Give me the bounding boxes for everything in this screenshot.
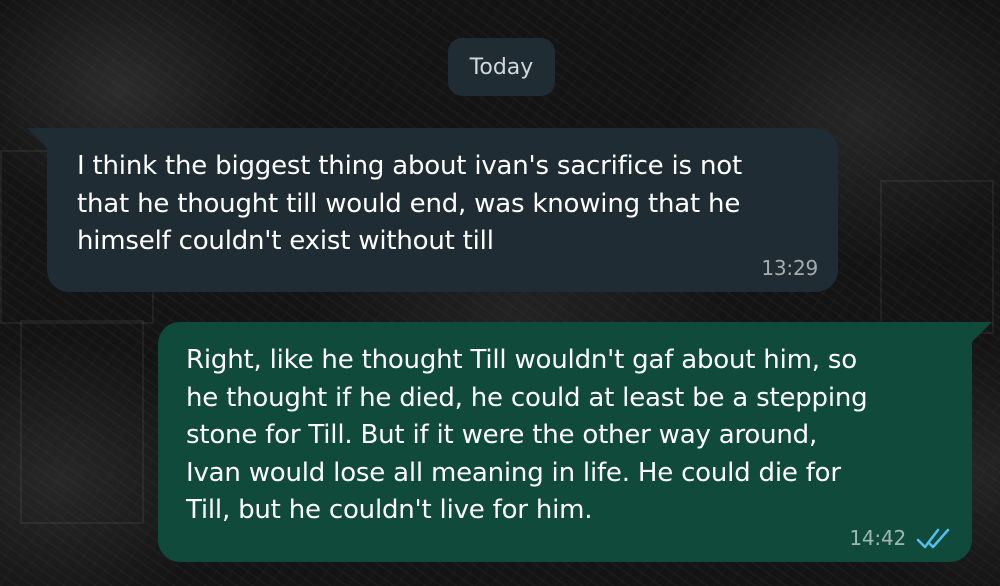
- message-time: 13:29: [761, 256, 818, 280]
- wallpaper-ornament: [20, 320, 144, 524]
- message-time: 14:42: [849, 526, 906, 550]
- wallpaper-ornament: [880, 180, 994, 334]
- outgoing-message-bubble[interactable]: Right, like he thought Till wouldn't gaf…: [158, 322, 992, 562]
- bubble-tail: [27, 128, 49, 150]
- message-meta: 14:42: [849, 526, 952, 550]
- date-divider: Today: [448, 38, 555, 96]
- double-check-read-icon: [916, 526, 952, 550]
- message-meta: 13:29: [761, 256, 818, 280]
- bubble-tail: [970, 322, 992, 344]
- message-text: Right, like he thought Till wouldn't gaf…: [186, 345, 868, 525]
- incoming-message-bubble[interactable]: I think the biggest thing about ivan's s…: [27, 128, 838, 292]
- message-text: I think the biggest thing about ivan's s…: [77, 151, 742, 256]
